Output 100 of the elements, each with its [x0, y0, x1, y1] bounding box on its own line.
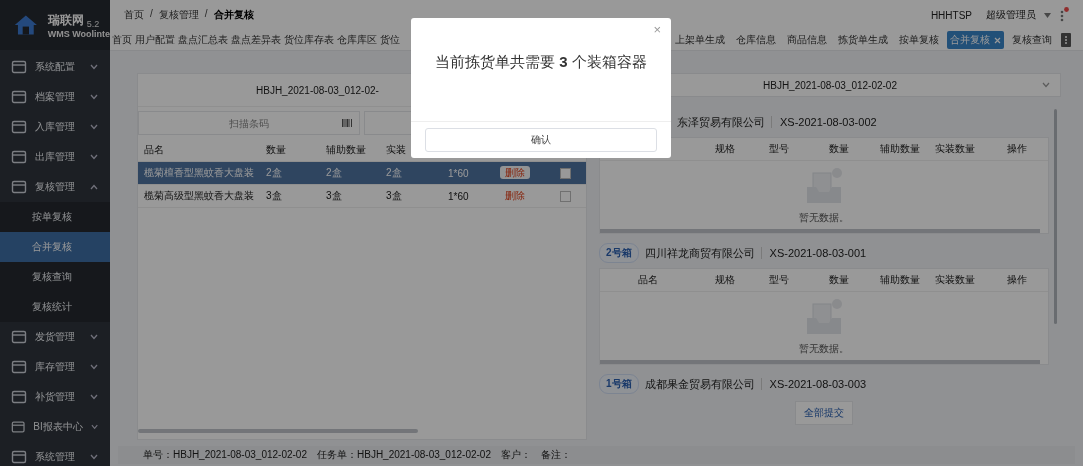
page-tab[interactable]: 仓库信息 [733, 31, 779, 49]
version-label: 5.2 [86, 18, 100, 29]
empty-state-text: 暂无数据。 [799, 342, 849, 356]
page-tab[interactable]: 盘点差异表 [231, 31, 281, 49]
delete-link[interactable]: 删除 [500, 189, 530, 202]
checkbox[interactable] [559, 190, 571, 202]
company-name: 东泽贸易有限公司 [677, 114, 765, 130]
column-header: 实装 [385, 143, 407, 157]
column-header: 辅助数量 [879, 142, 921, 156]
column-header: 规格 [714, 142, 736, 156]
delete-link[interactable]: 删除 [500, 166, 530, 179]
company-name: 四川祥龙商贸有限公司 [644, 245, 755, 261]
pick-list-title: HBJH_2021-08-03_012-02- [256, 84, 379, 96]
close-icon[interactable] [994, 36, 1001, 44]
table-cell-text: 2盒 [325, 166, 343, 180]
chevron-icon [90, 124, 98, 130]
page-tab[interactable]: 货位库存表 [284, 31, 334, 49]
sidebar-menu-item[interactable]: 发货管理 [0, 322, 110, 352]
menu-icon [11, 89, 27, 105]
menu-icon [11, 329, 27, 345]
page-tab[interactable]: 仓库库区 [337, 31, 377, 49]
page-tab[interactable]: 按单复核 [896, 31, 942, 49]
submenu-item[interactable]: 合并复核 [0, 232, 110, 262]
user-code: HHHTSP [930, 9, 972, 21]
dialog-message: 当前拣货单共需要 3 个装箱容器 [435, 53, 647, 72]
user-menu[interactable]: 超级管理员 [986, 8, 1036, 22]
sidebar-menu-item[interactable]: 入库管理 [0, 112, 110, 142]
chevron-icon [90, 184, 98, 190]
chevron-icon [90, 64, 98, 70]
scan-field[interactable]: 扫描条码 [138, 111, 360, 135]
sidebar-menu-item[interactable]: 出库管理 [0, 142, 110, 172]
confirm-button[interactable]: 确认 [425, 128, 657, 152]
sidebar-menu-item[interactable]: 档案管理 [0, 82, 110, 112]
column-header: 品名 [143, 143, 165, 157]
breadcrumb-current: 合并复核 [213, 8, 254, 22]
submenu-item[interactable]: 复核查询 [0, 262, 110, 292]
sidebar-menu-item[interactable]: 系统配置 [0, 52, 110, 82]
checkbox[interactable] [559, 167, 571, 179]
menu-icon [11, 419, 26, 435]
more-icon[interactable] [1061, 33, 1071, 47]
scrollbar[interactable] [1054, 109, 1057, 324]
page-tab[interactable]: 上架单生成 [672, 31, 728, 49]
page-tab[interactable]: 合并复核 [947, 31, 1004, 49]
status-field: 任务单：HBJH_2021-08-03_012-02-02 [317, 448, 491, 462]
page-tab[interactable]: 商品信息 [784, 31, 830, 49]
column-header: 辅助数量 [879, 273, 921, 287]
chevron-icon [90, 424, 98, 430]
page-tab[interactable]: 盘点汇总表 [178, 31, 228, 49]
chevron-icon [90, 454, 98, 460]
brand-subtitle: WMS Woolinte [47, 28, 110, 39]
column-header: 操作 [1005, 273, 1028, 287]
column-header: 规格 [714, 273, 736, 287]
sidebar-menu-item[interactable]: 补货管理 [0, 382, 110, 412]
page-tab[interactable]: 货位 [380, 31, 400, 49]
chevron-icon [90, 394, 98, 400]
submenu-item[interactable]: 按单复核 [0, 202, 110, 232]
table-row[interactable]: 榄菊高级型黑蚊香大盘装 3盒 3盒 3盒 1*60 删除 [138, 185, 586, 208]
page-tab[interactable]: 用户配置 [135, 31, 175, 49]
more-icon[interactable] [1059, 7, 1069, 23]
chevron-icon [90, 334, 98, 340]
column-header: 实装数量 [934, 142, 976, 156]
table-cell-text: 2盒 [265, 166, 283, 180]
table-cell-text: 3盒 [385, 189, 403, 203]
table-cell-text: 3盒 [325, 189, 343, 203]
column-header: 数量 [828, 273, 850, 287]
chevron-icon [90, 364, 98, 370]
column-header: 数量 [828, 142, 850, 156]
menu-icon [11, 59, 27, 75]
company-name: 成都果金贸易有限公司 [644, 376, 755, 392]
box-number-tag: 1号箱 [599, 374, 639, 394]
menu-icon [11, 359, 27, 375]
submenu-item[interactable]: 复核统计 [0, 292, 110, 322]
table-cell-text: 1*60 [447, 190, 470, 202]
chevron-icon [90, 94, 98, 100]
page-tab[interactable]: 复核查询 [1009, 31, 1055, 49]
status-field: 备注： [540, 448, 571, 462]
scrollbar[interactable] [138, 429, 418, 433]
sidebar-menu-item[interactable]: 复核管理 [0, 172, 110, 202]
house-logo-icon [14, 13, 38, 37]
sidebar-menu-item[interactable]: 系统管理 [0, 442, 110, 466]
caret-icon [1044, 12, 1051, 18]
chevron-icon [90, 154, 98, 160]
sidebar-menu-item[interactable]: 库存管理 [0, 352, 110, 382]
table-row[interactable]: 榄菊檀香型黑蚊香大盘装 2盒 2盒 2盒 1*60 删除 [138, 162, 586, 185]
breadcrumb-separator: / [150, 8, 153, 21]
breadcrumb-link[interactable]: 首页 [124, 8, 144, 22]
table-cell-text: 3盒 [265, 189, 283, 203]
box-number-tag: 2号箱 [599, 243, 639, 263]
page-tab[interactable]: 拣货单生成 [835, 31, 891, 49]
column-header: 型号 [768, 273, 790, 287]
breadcrumb-link[interactable]: 复核管理 [158, 8, 199, 22]
table-cell-text: 榄菊高级型黑蚊香大盘装 [143, 189, 255, 203]
column-header: 型号 [768, 142, 790, 156]
brand-name: 瑞联网 [47, 11, 84, 29]
page-tab[interactable]: 首页 [112, 31, 132, 49]
sidebar-menu-item[interactable]: BI报表中心 [0, 412, 110, 442]
menu-icon [11, 119, 27, 135]
submit-all-button[interactable]: 全部提交 [795, 401, 853, 425]
status-field: 客户： [500, 448, 531, 462]
menu-icon [11, 149, 27, 165]
